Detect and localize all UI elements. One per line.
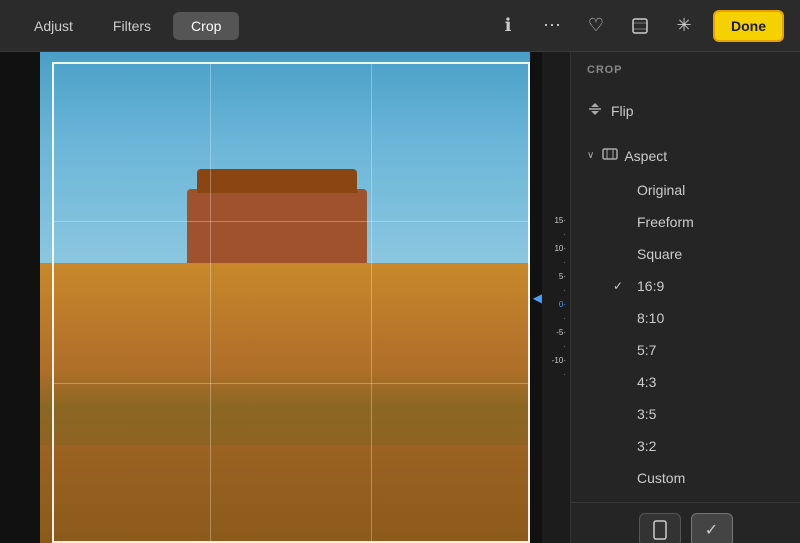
tab-filters[interactable]: Filters [95,12,169,40]
aspect-label: Aspect [624,148,667,164]
side-panel-bottom: ✓ [571,502,800,543]
aspect-freeform[interactable]: Freeform [571,206,800,238]
magic-icon-button[interactable]: ✳ [669,11,699,41]
ruler-tick-15: 15· [542,214,570,228]
aspect-4-3-label: 4:3 [637,374,656,390]
chevron-down-icon: ∨ [587,150,594,161]
aspect-header[interactable]: ∨ Aspect [571,137,800,174]
tab-adjust[interactable]: Adjust [16,12,91,40]
crop-section-title: CROP [571,52,800,84]
crop-shape-icon-button[interactable] [625,11,655,41]
more-icon-button[interactable]: ⋯ [537,11,567,41]
aspect-16-9[interactable]: ✓ 16:9 [571,270,800,302]
aspect-5-7-label: 5:7 [637,342,656,358]
aspect-icon [602,146,618,165]
confirm-button[interactable]: ✓ [691,513,733,543]
check-16-9: ✓ [613,279,629,293]
main-content: 15· · 10· · 5· · 0· · -5· · -10· · ◀ CRO… [0,52,800,543]
ruler-tick: · [542,340,570,354]
portrait-mode-button[interactable] [639,513,681,543]
aspect-custom-label: Custom [637,470,685,486]
top-bar: Adjust Filters Crop ℹ ⋯ ♡ ✳ Done [0,0,800,52]
done-button[interactable]: Done [713,10,784,42]
desert-image [40,52,530,543]
toolbar-right: ℹ ⋯ ♡ ✳ Done [493,10,784,42]
heart-icon-button[interactable]: ♡ [581,11,611,41]
info-icon-button[interactable]: ℹ [493,11,523,41]
aspect-8-10-label: 8:10 [637,310,664,326]
rotation-ruler: 15· · 10· · 5· · 0· · -5· · -10· · [542,52,570,543]
flip-item[interactable]: Flip [571,92,800,129]
aspect-sub-items: Original Freeform Square ✓ 16:9 8:10 5:7 [571,174,800,494]
ruler-tick-neg10: -10· [542,354,570,368]
flip-label: Flip [611,103,634,119]
aspect-16-9-label: 16:9 [637,278,664,294]
ruler-tick-0: 0· [542,298,570,312]
ruler-tick: · [542,312,570,326]
aspect-3-2[interactable]: 3:2 [571,430,800,462]
aspect-original-label: Original [637,182,685,198]
aspect-5-7[interactable]: 5:7 [571,334,800,366]
image-area: 15· · 10· · 5· · 0· · -5· · -10· · ◀ [0,52,570,543]
aspect-square[interactable]: Square [571,238,800,270]
aspect-original[interactable]: Original [571,174,800,206]
mesa-layer [187,189,367,269]
tab-group: Adjust Filters Crop [16,12,239,40]
scrub-layer [40,371,530,445]
aspect-3-2-label: 3:2 [637,438,656,454]
ruler-tick: · [542,284,570,298]
ruler-tick-5: 5· [542,270,570,284]
aspect-3-5[interactable]: 3:5 [571,398,800,430]
side-panel: CROP Flip ∨ As [570,52,800,543]
aspect-4-3[interactable]: 4:3 [571,366,800,398]
ruler-tick: · [542,368,570,382]
ruler-arrow-indicator: ◀ [533,291,542,305]
ruler-tick-neg5: -5· [542,326,570,340]
aspect-3-5-label: 3:5 [637,406,656,422]
ruler-tick: · [542,256,570,270]
aspect-freeform-label: Freeform [637,214,694,230]
flip-icon [587,101,603,120]
tab-crop[interactable]: Crop [173,12,239,40]
ruler-tick-10: 10· [542,242,570,256]
aspect-custom[interactable]: Custom [571,462,800,494]
aspect-square-label: Square [637,246,682,262]
aspect-8-10[interactable]: 8:10 [571,302,800,334]
confirm-icon: ✓ [705,520,718,540]
ruler-tick: · [542,228,570,242]
